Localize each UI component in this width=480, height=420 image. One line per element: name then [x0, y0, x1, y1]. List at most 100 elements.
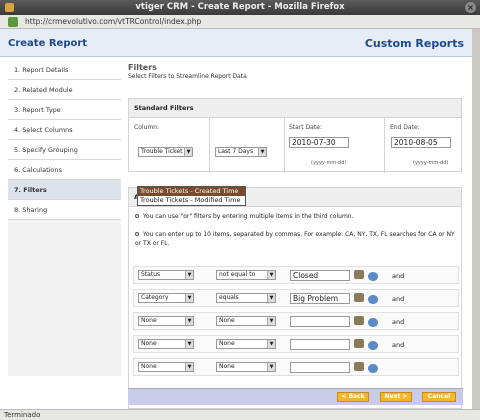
- value-input[interactable]: Closed: [290, 270, 350, 281]
- divider: [284, 118, 285, 173]
- bullet-icon: [135, 214, 139, 218]
- field-select[interactable]: None ▼: [138, 316, 194, 326]
- operator-select[interactable]: None ▼: [216, 316, 276, 326]
- chevron-down-icon: ▼: [185, 271, 193, 279]
- tip-max-items: You can enter up to 10 items, separated …: [135, 230, 457, 248]
- chevron-down-icon: ▼: [185, 317, 193, 325]
- window-title: vtiger CRM - Create Report - Mozilla Fir…: [135, 2, 345, 12]
- tip-text: You can use "or" filters by entering mul…: [143, 213, 354, 220]
- condition-row: None ▼ None ▼ and: [133, 312, 459, 330]
- divider: [384, 118, 385, 173]
- chevron-down-icon: ▼: [185, 363, 193, 371]
- chevron-down-icon: ▼: [267, 317, 275, 325]
- field-select[interactable]: None ▼: [138, 339, 194, 349]
- cancel-button[interactable]: Cancel: [422, 392, 456, 402]
- calendar-icon[interactable]: [354, 293, 364, 302]
- field-value: None: [141, 363, 157, 370]
- step-specify-grouping[interactable]: 5. Specify Grouping: [8, 140, 121, 160]
- operator-select[interactable]: None ▼: [216, 339, 276, 349]
- value-input[interactable]: [290, 362, 350, 373]
- field-select[interactable]: Category ▼: [138, 293, 194, 303]
- bullet-icon: [135, 232, 139, 236]
- step-related-module[interactable]: 2. Related Module: [8, 80, 121, 100]
- step-calculations[interactable]: 6. Calculations: [8, 160, 121, 180]
- wizard-footer: < Back Next > Cancel: [128, 388, 463, 405]
- standard-filters-box: Standard Filters Column: Start Date: End…: [128, 98, 462, 173]
- end-date-hint: (yyyy-mm-dd): [413, 160, 449, 166]
- field-select[interactable]: None ▼: [138, 362, 194, 372]
- operator-select[interactable]: None ▼: [216, 362, 276, 372]
- chevron-down-icon: ▼: [267, 340, 275, 348]
- start-date-hint: (yyyy-mm-dd): [311, 160, 347, 166]
- site-icon: [8, 17, 18, 27]
- start-date-label: Start Date:: [289, 124, 322, 131]
- column-dropdown-list[interactable]: Trouble Tickets - Created Time Trouble T…: [137, 186, 246, 206]
- close-icon[interactable]: ×: [465, 2, 476, 13]
- clear-icon[interactable]: [368, 318, 378, 327]
- advanced-filters-box: Advanced Filters You can use "or" filter…: [128, 187, 462, 409]
- end-date-input[interactable]: 2010-08-05: [391, 137, 451, 148]
- period-select-value: Last 7 Days: [218, 148, 254, 155]
- step-sharing[interactable]: 8. Sharing: [8, 200, 121, 220]
- column-select[interactable]: Trouble Ticket ▼: [138, 147, 193, 157]
- condition-row: None ▼ None ▼ and: [133, 335, 459, 353]
- value-input[interactable]: [290, 339, 350, 350]
- value-input[interactable]: [290, 316, 350, 327]
- clear-icon[interactable]: [368, 341, 378, 350]
- calendar-icon[interactable]: [354, 316, 364, 325]
- join-label: and: [392, 272, 405, 280]
- field-value: None: [141, 317, 157, 324]
- field-value: Status: [141, 271, 161, 278]
- step-filters[interactable]: 7. Filters: [8, 180, 121, 200]
- url-bar[interactable]: http://crmevolutivo.com/vtTRControl/inde…: [0, 15, 480, 29]
- dropdown-option[interactable]: Trouble Tickets - Created Time: [138, 187, 245, 196]
- filters-panel: Filters Select Filters to Streamline Rep…: [128, 60, 464, 80]
- clear-icon[interactable]: [368, 295, 378, 304]
- calendar-icon[interactable]: [354, 362, 364, 371]
- chevron-down-icon: ▼: [258, 148, 266, 156]
- value-input[interactable]: Big Problem: [290, 293, 350, 304]
- filters-subtitle: Select Filters to Streamline Report Data: [128, 73, 247, 80]
- chevron-down-icon: ▼: [267, 271, 275, 279]
- period-select[interactable]: Last 7 Days ▼: [215, 147, 267, 157]
- condition-row: Category ▼ equals ▼ Big Problem and: [133, 289, 459, 307]
- clear-icon[interactable]: [368, 364, 378, 373]
- field-select[interactable]: Status ▼: [138, 270, 194, 280]
- step-report-type[interactable]: 3. Report Type: [8, 100, 121, 120]
- operator-value: None: [219, 363, 235, 370]
- column-select-value: Trouble Ticket: [141, 148, 183, 155]
- start-date-input[interactable]: 2010-07-30: [289, 137, 349, 148]
- field-value: Category: [141, 294, 169, 301]
- dropdown-option[interactable]: Trouble Tickets - Modified Time: [138, 196, 245, 205]
- clear-icon[interactable]: [368, 272, 378, 281]
- operator-value: equals: [219, 294, 239, 301]
- filters-title: Filters: [128, 63, 157, 72]
- divider: [209, 118, 210, 173]
- operator-value: not equal to: [219, 271, 256, 278]
- module-title: Custom Reports: [364, 37, 464, 50]
- operator-select[interactable]: equals ▼: [216, 293, 276, 303]
- page: Create Report Custom Reports 1. Report D…: [0, 29, 480, 409]
- wizard-steps: 1. Report Details 2. Related Module 3. R…: [8, 60, 121, 376]
- next-button[interactable]: Next >: [380, 392, 412, 402]
- step-report-details[interactable]: 1. Report Details: [8, 60, 121, 80]
- join-label: and: [392, 341, 405, 349]
- condition-row: Status ▼ not equal to ▼ Closed and: [133, 266, 459, 284]
- join-label: and: [392, 295, 405, 303]
- page-title: Create Report: [8, 38, 88, 49]
- standard-filters-title: Standard Filters: [129, 99, 461, 118]
- field-value: None: [141, 340, 157, 347]
- operator-value: None: [219, 317, 235, 324]
- calendar-icon[interactable]: [354, 339, 364, 348]
- chevron-down-icon: ▼: [267, 294, 275, 302]
- chevron-down-icon: ▼: [184, 148, 192, 156]
- chevron-down-icon: ▼: [267, 363, 275, 371]
- calendar-icon[interactable]: [354, 270, 364, 279]
- operator-select[interactable]: not equal to ▼: [216, 270, 276, 280]
- step-select-columns[interactable]: 4. Select Columns: [8, 120, 121, 140]
- tip-text: You can enter up to 10 items, separated …: [135, 231, 455, 247]
- app-icon: [5, 3, 14, 12]
- url-text[interactable]: http://crmevolutivo.com/vtTRControl/inde…: [25, 16, 201, 28]
- operator-value: None: [219, 340, 235, 347]
- back-button[interactable]: < Back: [337, 392, 369, 402]
